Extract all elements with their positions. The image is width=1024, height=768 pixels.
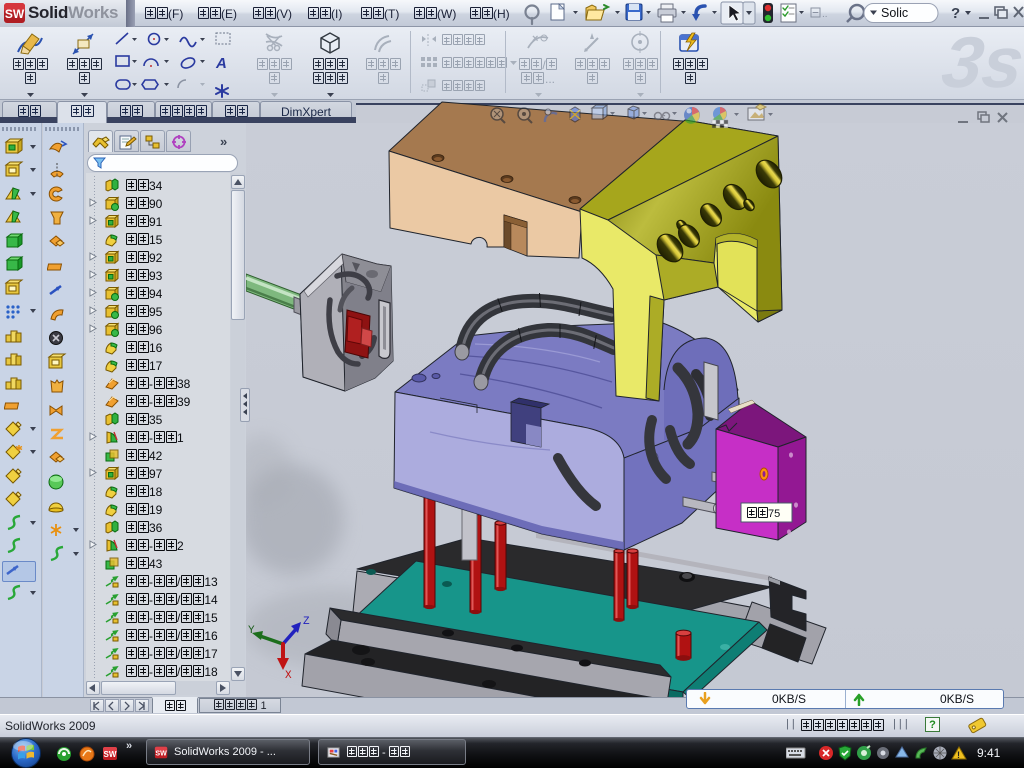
svg-text:..: .. (822, 9, 828, 20)
svg-text:X: X (285, 670, 292, 682)
svg-text:?: ? (951, 5, 960, 22)
svg-text:Solic: Solic (881, 6, 908, 20)
svg-text:SW: SW (5, 7, 25, 21)
svg-text:Y: Y (248, 625, 255, 637)
svg-text:!: ! (957, 750, 960, 760)
svg-text:SW: SW (104, 750, 117, 759)
svg-text:×: × (532, 33, 538, 45)
svg-text:SW: SW (155, 751, 167, 758)
svg-text:Z: Z (303, 616, 310, 628)
svg-text:A: A (215, 55, 227, 72)
